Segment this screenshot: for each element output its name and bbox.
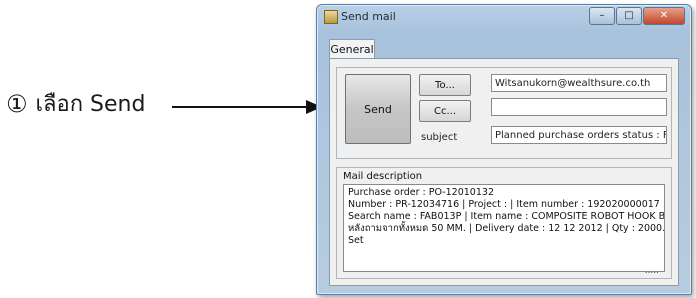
app-icon xyxy=(324,10,338,24)
callout-arrow-line xyxy=(172,106,308,108)
description-line: Search name : FAB013P | Item name : COMP… xyxy=(348,211,665,222)
cc-button[interactable]: Cc... xyxy=(419,100,471,122)
recipients-group: Send To... Cc... subject Witsanukorn@wea… xyxy=(336,67,672,159)
description-line: Set xyxy=(348,235,364,246)
send-mail-window: Send mail – □ ✕ General Send To... Cc...… xyxy=(316,4,692,295)
description-line: Number : PR-12034716 | Project : | Item … xyxy=(348,199,665,210)
to-button[interactable]: To... xyxy=(419,74,471,96)
to-field[interactable]: Witsanukorn@wealthsure.co.th xyxy=(491,74,667,92)
tab-general[interactable]: General xyxy=(329,39,375,60)
general-panel: Send To... Cc... subject Witsanukorn@wea… xyxy=(329,58,679,286)
step-number: ① xyxy=(6,89,28,118)
subject-field[interactable]: Planned purchase orders status : Firm xyxy=(491,126,667,144)
mail-description-textarea[interactable]: Purchase order : PO-12010132 Number : PR… xyxy=(343,184,665,272)
cc-field[interactable] xyxy=(491,98,667,116)
step-instruction: เลือก Send xyxy=(35,92,146,117)
maximize-button[interactable]: □ xyxy=(616,7,642,25)
subject-label: subject xyxy=(421,132,458,143)
send-button[interactable]: Send xyxy=(345,74,411,144)
status-text: ..... xyxy=(644,266,659,276)
close-button[interactable]: ✕ xyxy=(643,7,685,25)
window-controls: – □ ✕ xyxy=(589,7,685,25)
window-title: Send mail xyxy=(341,10,396,23)
description-group: Mail description Purchase order : PO-120… xyxy=(336,167,672,279)
title-bar[interactable]: Send mail – □ ✕ xyxy=(317,5,691,29)
step-callout: ① เลือก Send xyxy=(6,86,145,121)
description-line: Purchase order : PO-12010132 xyxy=(348,187,494,198)
description-line: หลังถามจากทั้งหมด 50 MM. | Delivery date… xyxy=(348,223,665,234)
mail-description-label: Mail description xyxy=(343,171,423,182)
minimize-button[interactable]: – xyxy=(589,7,615,25)
